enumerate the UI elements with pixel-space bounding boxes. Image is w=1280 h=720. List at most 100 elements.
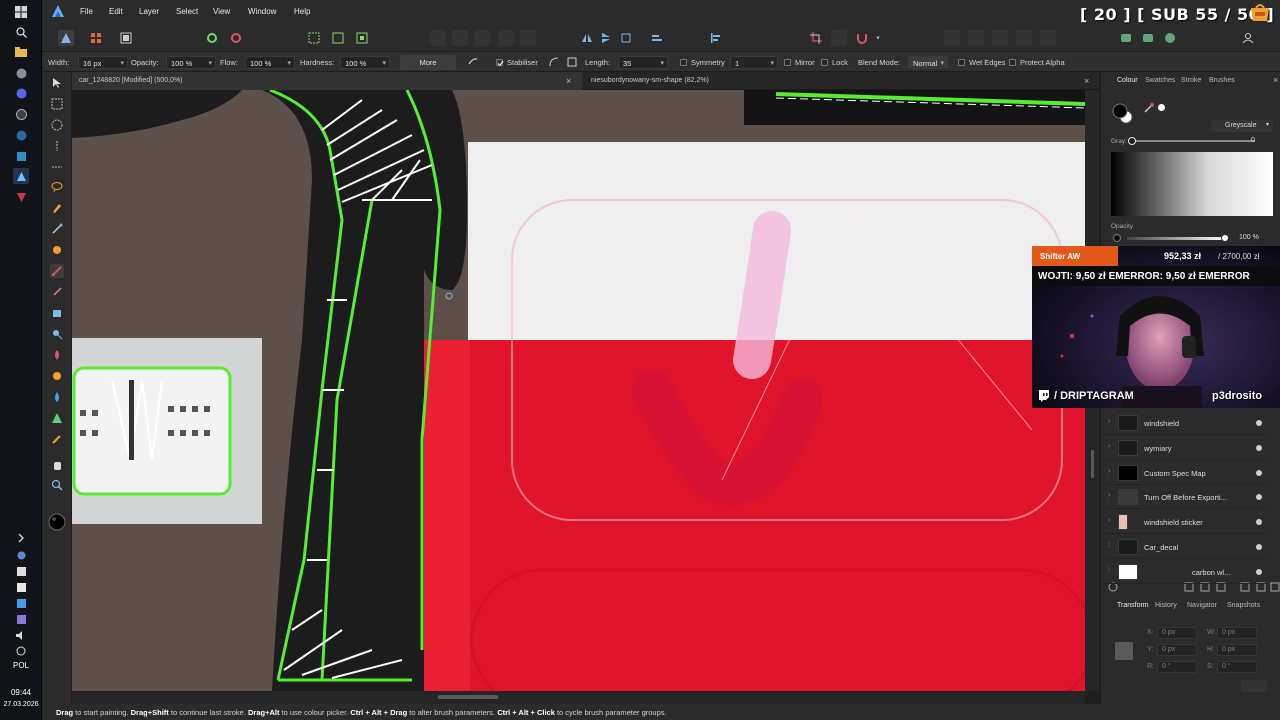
arrange-icon[interactable] [649,30,665,46]
speaker-icon[interactable] [13,627,29,643]
export-persona-icon[interactable] [118,30,134,46]
shape-tool-icon[interactable] [50,411,64,425]
h-field[interactable]: 0 px [1217,644,1257,656]
menu-window[interactable]: Window [248,7,276,16]
layer-row[interactable]: ⁞ Car_decal [1102,535,1268,559]
tray-icon-3[interactable] [13,579,29,595]
expand-arrow-icon[interactable]: › [1108,517,1110,524]
disabled-tool-1[interactable] [430,30,446,46]
disabled-tool-2[interactable] [452,30,468,46]
visibility-dot-icon[interactable] [1256,420,1262,426]
eyedropper-icon[interactable] [1143,102,1155,116]
affinity-photo-taskbar-icon[interactable] [13,168,29,184]
blend-mode-select[interactable]: Normal ▾ [908,56,948,69]
stabiliser-checkbox[interactable] [496,59,504,67]
tab-colour[interactable]: Colour [1117,77,1138,84]
studio-link-icon-2[interactable] [1140,30,1156,46]
search-icon[interactable] [13,24,29,40]
opacity-slider[interactable] [1127,234,1229,242]
menu-help[interactable]: Help [294,7,310,16]
x-field[interactable]: 0 px [1157,627,1197,639]
selection-mode-icon-1[interactable] [306,30,322,46]
flood-fill-tool-icon[interactable] [50,243,64,257]
snapping-dropdown-chevron-icon[interactable]: ▾ [870,30,886,46]
disabled-tool-8[interactable] [968,30,984,46]
visibility-dot-icon[interactable] [1256,519,1262,525]
disabled-tool-7[interactable] [944,30,960,46]
lock-checkbox[interactable] [821,59,828,66]
length-field[interactable]: 35 ▾ [618,56,668,69]
gray-value[interactable]: 0 [1251,137,1255,144]
mirror-checkbox[interactable] [784,59,791,66]
selection-mode-icon-3[interactable] [354,30,370,46]
discord-icon[interactable] [13,85,29,101]
align-icon[interactable] [708,30,724,46]
w-field[interactable]: 0 px [1217,627,1257,639]
symmetry-checkbox[interactable] [680,59,687,66]
paint-brush-tool-icon[interactable] [50,264,64,278]
tab-snapshots[interactable]: Snapshots [1227,602,1260,609]
slider-knob[interactable] [1221,234,1229,242]
layer-row[interactable]: › Turn Off Before Exporti... [1102,485,1268,509]
app-red-icon[interactable] [13,189,29,205]
hand-tool-icon[interactable] [50,458,64,472]
anchor-selector-icon[interactable] [1111,638,1137,664]
tab-navigator[interactable]: Navigator [1187,602,1217,609]
studio-link-icon-1[interactable] [1118,30,1134,46]
protect-alpha-checkbox[interactable] [1009,59,1016,66]
ellipse-marquee-tool-icon[interactable] [50,118,64,132]
marquee-tool-icon[interactable] [50,97,64,111]
menu-file[interactable]: File [80,7,93,16]
app-circle-icon[interactable] [13,65,29,81]
r-field[interactable]: 0 ° [1157,661,1197,673]
tab-transform[interactable]: Transform [1117,602,1149,609]
tab-stroke[interactable]: Stroke [1181,77,1201,84]
disabled-tool-11[interactable] [1040,30,1056,46]
more-button[interactable]: More [400,55,456,70]
document-canvas[interactable] [72,90,1085,691]
dodge-tool-icon[interactable] [50,327,64,341]
gray-slider[interactable] [1128,137,1255,145]
layer-row[interactable]: › Custom Spec Map [1102,461,1268,485]
flip-vertical-icon[interactable] [598,30,614,46]
opacity-field[interactable]: 100 % ▾ [166,56,216,69]
selection-brush-tool-icon[interactable] [50,201,64,215]
layer-row[interactable]: › wymiary [1102,436,1268,460]
magic-wand-tool-icon[interactable] [50,222,64,236]
slider-knob[interactable] [1128,137,1136,145]
disabled-tool-4[interactable] [498,30,514,46]
tab-history[interactable]: History [1155,602,1177,609]
s-field[interactable]: 0 ° [1217,661,1257,673]
steam-icon[interactable] [13,127,29,143]
visibility-dot-icon[interactable] [1256,470,1262,476]
visibility-dot-icon[interactable] [1256,569,1262,575]
expand-arrow-icon[interactable]: › [1108,468,1110,475]
tray-icon-2[interactable] [13,563,29,579]
close-icon[interactable]: × [1084,76,1089,86]
clone-brush-tool-icon[interactable] [50,306,64,320]
burn-tool-icon[interactable] [50,348,64,362]
rope-mode-icon[interactable] [546,54,562,70]
smudge-tool-icon[interactable] [50,369,64,383]
horizontal-scrollbar[interactable] [72,691,1085,704]
move-tool-icon[interactable] [50,76,64,90]
color-swatch-icon[interactable] [47,512,67,532]
force-pressure-icon[interactable] [465,54,481,70]
tray-icon-5[interactable] [13,611,29,627]
greyscale-spectrum[interactable] [1111,152,1273,216]
menu-select[interactable]: Select [176,7,198,16]
color-picker-tool-icon[interactable] [50,432,64,446]
pixel-tool-icon[interactable] [50,285,64,299]
y-field[interactable]: 0 px [1157,644,1197,656]
liquify-persona-icon[interactable] [88,30,104,46]
fill-stroke-swatch[interactable] [1111,102,1133,124]
visibility-dot-icon[interactable] [1256,445,1262,451]
visibility-dot-icon[interactable] [1256,494,1262,500]
menu-view[interactable]: View [213,7,230,16]
zoom-tool-icon[interactable] [50,478,64,492]
tab-brushes[interactable]: Brushes [1209,77,1235,84]
file-explorer-icon[interactable] [13,44,29,60]
obs-icon[interactable] [13,106,29,122]
windows-start-icon[interactable] [13,4,29,20]
expand-arrow-icon[interactable]: › [1108,443,1110,450]
